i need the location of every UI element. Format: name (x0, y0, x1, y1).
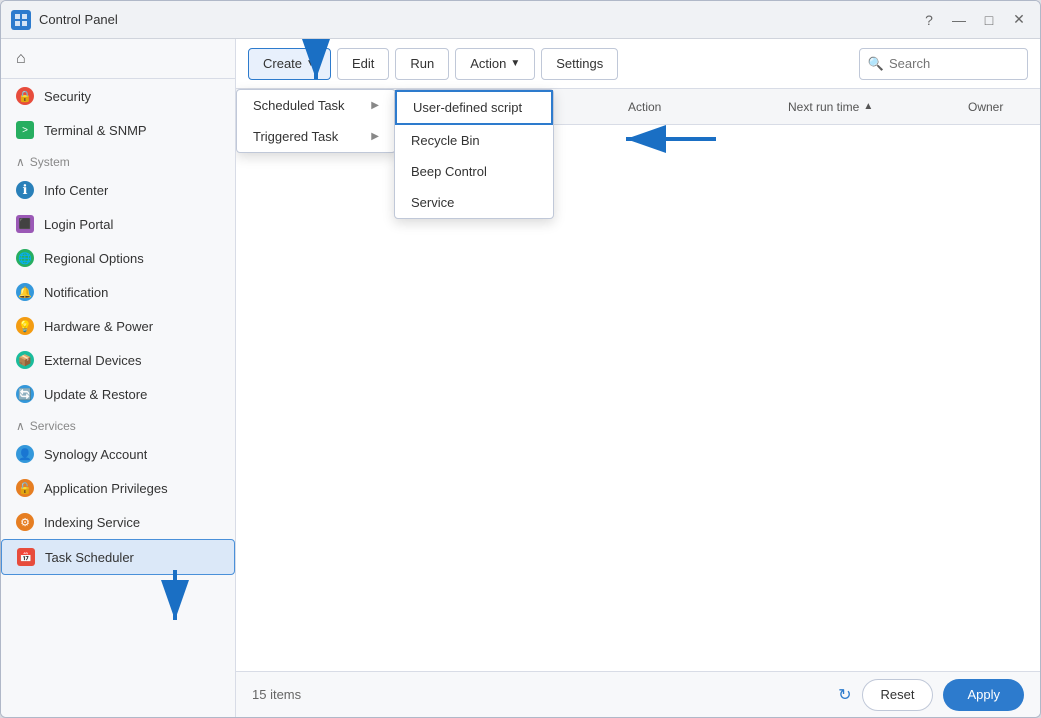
create-label: Create (263, 56, 302, 71)
sidebar-label-notification: Notification (44, 285, 108, 300)
sidebar-item-terminal[interactable]: > Terminal & SNMP (1, 113, 235, 147)
window-controls: ? — □ ✕ (918, 9, 1030, 31)
refresh-button[interactable]: ↻ (838, 685, 851, 705)
sidebar-label-security: Security (44, 89, 91, 104)
search-icon: 🔍 (868, 56, 884, 72)
col-header-name: Task name (248, 100, 448, 114)
title-bar: Control Panel ? — □ ✕ (1, 1, 1040, 39)
regional-icon: 🌐 (16, 249, 34, 267)
app-privileges-icon: 🔓 (16, 479, 34, 497)
home-icon: ⌂ (16, 50, 26, 68)
main-content: ⌂ 🔒 Security > Terminal & SNMP ∧ System … (1, 39, 1040, 717)
security-icon: 🔒 (16, 87, 34, 105)
sidebar-item-info-center[interactable]: ℹ Info Center (1, 173, 235, 207)
login-portal-icon: ⬛ (16, 215, 34, 233)
sidebar: ⌂ 🔒 Security > Terminal & SNMP ∧ System … (1, 39, 236, 717)
toolbar: Create ▼ Edit Run Action ▼ Settings (236, 39, 1040, 89)
sidebar-item-external[interactable]: 📦 External Devices (1, 343, 235, 377)
run-label: Run (410, 56, 434, 71)
window-title: Control Panel (39, 12, 918, 27)
section-collapse-icon: ∧ (16, 155, 25, 169)
section-system: ∧ System (1, 147, 235, 173)
sidebar-item-app-privileges[interactable]: 🔓 Application Privileges (1, 471, 235, 505)
settings-button[interactable]: Settings (541, 48, 618, 80)
section-collapse-services-icon: ∧ (16, 419, 25, 433)
update-icon: 🔄 (16, 385, 34, 403)
reset-button[interactable]: Reset (862, 679, 934, 711)
search-wrapper: 🔍 (859, 48, 1028, 80)
section-label-system: System (30, 155, 70, 169)
right-panel: Create ▼ Edit Run Action ▼ Settings (236, 39, 1040, 717)
sidebar-item-notification[interactable]: 🔔 Notification (1, 275, 235, 309)
apply-button[interactable]: Apply (943, 679, 1024, 711)
app-icon (11, 10, 31, 30)
sidebar-item-security[interactable]: 🔒 Security (1, 79, 235, 113)
synology-account-icon: 👤 (16, 445, 34, 463)
action-button[interactable]: Action ▼ (455, 48, 535, 80)
sidebar-item-task-scheduler[interactable]: 📅 Task Scheduler (1, 539, 235, 575)
task-scheduler-icon: 📅 (17, 548, 35, 566)
maximize-button[interactable]: □ (978, 9, 1000, 31)
footer-bar: 15 items ↻ Reset Apply (236, 671, 1040, 717)
sidebar-label-external: External Devices (44, 353, 142, 368)
sidebar-item-update[interactable]: 🔄 Update & Restore (1, 377, 235, 411)
notification-icon: 🔔 (16, 283, 34, 301)
edit-button[interactable]: Edit (337, 48, 389, 80)
sidebar-label-update: Update & Restore (44, 387, 147, 402)
sidebar-label-indexing: Indexing Service (44, 515, 140, 530)
sidebar-label-app-privileges: Application Privileges (44, 481, 168, 496)
table-body (236, 125, 1040, 671)
action-dropdown-arrow: ▼ (510, 58, 520, 69)
sidebar-item-regional[interactable]: 🌐 Regional Options (1, 241, 235, 275)
sidebar-item-indexing[interactable]: ⚙ Indexing Service (1, 505, 235, 539)
col-header-action: Action (628, 100, 788, 114)
action-label: Action (470, 56, 506, 71)
items-count: 15 items (252, 687, 301, 702)
sidebar-label-regional: Regional Options (44, 251, 144, 266)
minimize-button[interactable]: — (948, 9, 970, 31)
col-header-run: Run (528, 100, 628, 114)
info-center-icon: ℹ (16, 181, 34, 199)
sidebar-label-synology-account: Synology Account (44, 447, 147, 462)
terminal-icon: > (16, 121, 34, 139)
hardware-icon: 💡 (16, 317, 34, 335)
settings-label: Settings (556, 56, 603, 71)
sidebar-label-hardware: Hardware & Power (44, 319, 153, 334)
external-icon: 📦 (16, 351, 34, 369)
search-input[interactable] (889, 56, 1019, 71)
sidebar-item-synology-account[interactable]: 👤 Synology Account (1, 437, 235, 471)
control-panel-window: Control Panel ? — □ ✕ ⌂ 🔒 Security > Ter… (0, 0, 1041, 718)
edit-label: Edit (352, 56, 374, 71)
close-button[interactable]: ✕ (1008, 9, 1030, 31)
table-header: Task name Status Run Action Next run tim… (236, 89, 1040, 125)
col-header-status: Status (448, 100, 528, 114)
sidebar-item-login-portal[interactable]: ⬛ Login Portal (1, 207, 235, 241)
col-header-owner: Owner (968, 100, 1028, 114)
help-button[interactable]: ? (918, 9, 940, 31)
section-services: ∧ Services (1, 411, 235, 437)
run-button[interactable]: Run (395, 48, 449, 80)
create-dropdown-arrow: ▼ (306, 58, 316, 69)
col-header-next-run: Next run time ▲ (788, 100, 968, 114)
section-label-services: Services (30, 419, 76, 433)
create-button[interactable]: Create ▼ (248, 48, 331, 80)
sidebar-label-task-scheduler: Task Scheduler (45, 550, 134, 565)
sidebar-label-login-portal: Login Portal (44, 217, 113, 232)
sidebar-label-info-center: Info Center (44, 183, 108, 198)
sidebar-home[interactable]: ⌂ (1, 39, 235, 79)
indexing-icon: ⚙ (16, 513, 34, 531)
sidebar-item-hardware[interactable]: 💡 Hardware & Power (1, 309, 235, 343)
sidebar-label-terminal: Terminal & SNMP (44, 123, 147, 138)
